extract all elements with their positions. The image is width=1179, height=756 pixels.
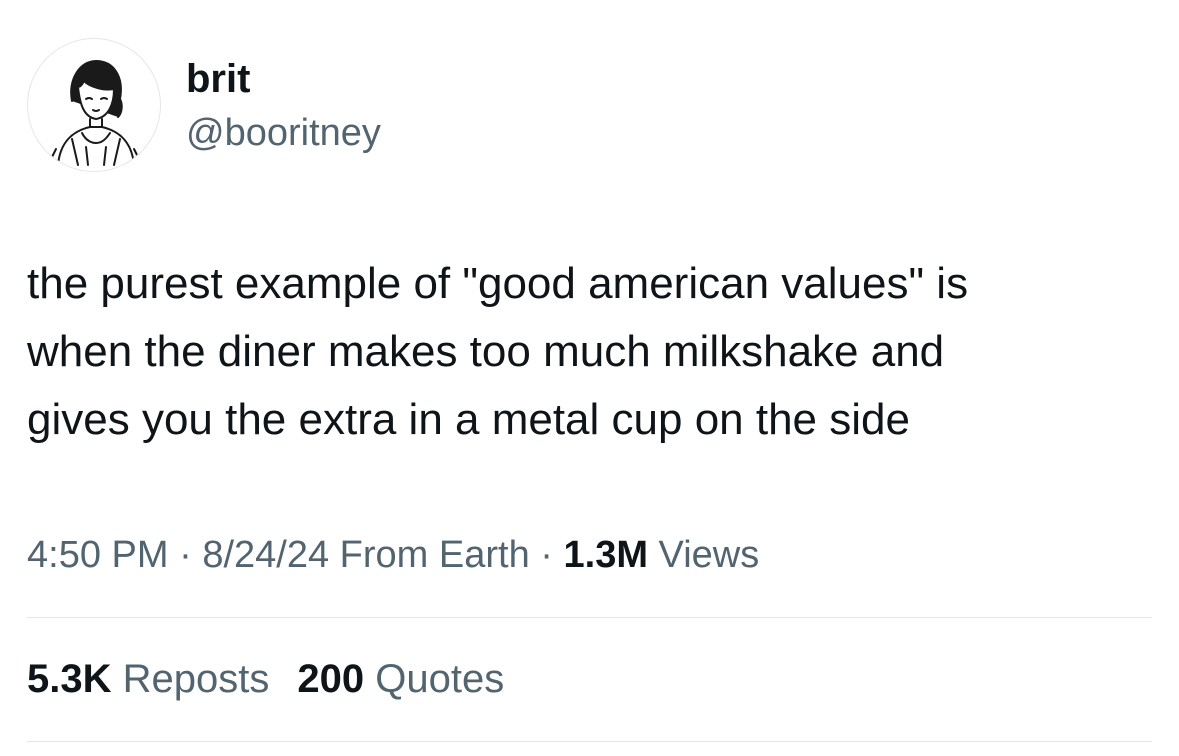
divider bbox=[27, 617, 1152, 618]
views-count: 1.3M bbox=[563, 534, 648, 576]
tweet-text-line: when the diner makes too much milkshake … bbox=[27, 327, 945, 376]
tweet-text: the purest example of "good american val… bbox=[27, 250, 1147, 454]
tweet-text-line: the purest example of "good american val… bbox=[27, 259, 969, 308]
tweet-meta: 4:50 PM · 8/24/24 From Earth · 1.3M View… bbox=[27, 532, 759, 578]
avatar[interactable] bbox=[27, 38, 161, 172]
divider bbox=[27, 741, 1152, 742]
reposts-count: 5.3K bbox=[27, 657, 112, 701]
meta-separator: · bbox=[540, 534, 553, 576]
meta-separator: · bbox=[179, 534, 192, 576]
reposts-label: Reposts bbox=[122, 657, 270, 701]
author-handle[interactable]: @booritney bbox=[186, 110, 381, 156]
views-label: Views bbox=[658, 534, 760, 576]
illustrated-portrait-icon bbox=[51, 60, 139, 166]
quotes-link[interactable]: 200 Quotes bbox=[297, 657, 504, 701]
tweet-source: From Earth bbox=[339, 534, 530, 576]
tweet-time[interactable]: 4:50 PM bbox=[27, 534, 169, 576]
tweet-stats: 5.3K Reposts 200 Quotes bbox=[27, 655, 504, 703]
tweet-date[interactable]: 8/24/24 bbox=[202, 534, 329, 576]
author-name[interactable]: brit bbox=[186, 55, 250, 103]
quotes-label: Quotes bbox=[375, 657, 505, 701]
reposts-link[interactable]: 5.3K Reposts bbox=[27, 657, 269, 701]
quotes-count: 200 bbox=[297, 657, 365, 701]
tweet-text-line: gives you the extra in a metal cup on th… bbox=[27, 395, 910, 444]
tweet-card: brit @booritney the purest example of "g… bbox=[0, 0, 1179, 756]
